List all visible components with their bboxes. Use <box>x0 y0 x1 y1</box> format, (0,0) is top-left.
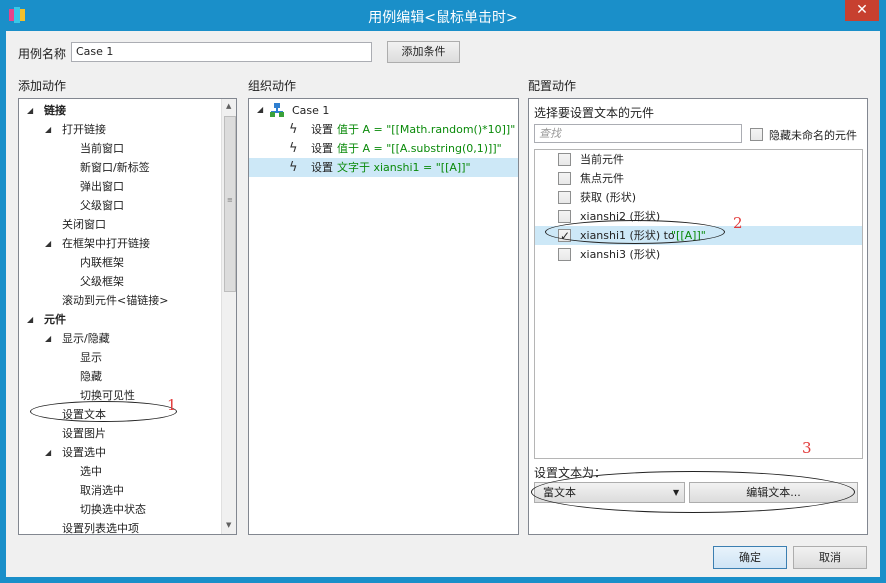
annotation-ellipse-2 <box>545 220 725 244</box>
annotation-number-1: 1 <box>167 396 177 414</box>
add-action-item[interactable]: 链接 <box>44 101 66 120</box>
scroll-grip-icon: ≡ <box>227 196 233 204</box>
add-action-item[interactable]: 当前窗口 <box>80 139 124 158</box>
tree-expander-icon[interactable]: ◢ <box>45 448 51 457</box>
add-action-item[interactable]: 打开链接 <box>62 120 106 139</box>
cancel-button[interactable]: 取消 <box>793 546 867 569</box>
add-action-item[interactable]: 设置选中 <box>62 443 106 462</box>
widget-row[interactable]: 当前元件 <box>535 150 862 169</box>
case-name-input[interactable]: Case 1 <box>71 42 372 62</box>
annotation-number-2: 2 <box>733 214 743 232</box>
dialog-body: 用例名称 Case 1 添加条件 添加动作 组织动作 配置动作 ◢ 链接 ◢ 打开链接… <box>6 31 880 577</box>
add-action-item[interactable]: 弹出窗口 <box>80 177 124 196</box>
widget-row[interactable]: xianshi3 (形状) <box>535 245 862 264</box>
dialog-window: 用例编辑<鼠标单击时> ✕ 用例名称 Case 1 添加条件 添加动作 组织动作… <box>0 0 886 583</box>
action-detail: 值于 A = "[[Math.random()*10]]" <box>337 123 516 136</box>
add-actions-header: 添加动作 <box>18 79 67 93</box>
scroll-down-icon[interactable]: ▼ <box>226 521 231 529</box>
add-action-item[interactable]: 选中 <box>80 462 102 481</box>
widget-checkbox[interactable] <box>558 172 571 185</box>
add-action-item[interactable]: 内联框架 <box>80 253 124 272</box>
organized-action-row[interactable]: ϟ 设置 值于 A = "[[A.substring(0,1)]]" <box>249 139 518 158</box>
organized-action-row[interactable]: ϟ 设置 文字于 xianshi1 = "[[A]]" <box>249 158 518 177</box>
case-node-label[interactable]: Case 1 <box>292 101 329 120</box>
tree-expander-icon[interactable]: ◢ <box>45 334 51 343</box>
add-action-item[interactable]: 设置图片 <box>62 424 106 443</box>
ok-button[interactable]: 确定 <box>713 546 787 569</box>
add-actions-tree[interactable]: ◢ 链接 ◢ 打开链接 当前窗口 新窗口/新标签 弹出窗口 父级窗口 关闭窗口 ◢ 在框架中打开链接… <box>18 98 237 535</box>
case-collapse-icon[interactable]: ◢ <box>257 105 263 114</box>
configure-actions-panel: 选择要设置文本的元件 查找 隐藏未命名的元件 当前元件焦点元件获取 (形状) xi… <box>528 98 868 535</box>
title-bar: 用例编辑<鼠标单击时> ✕ <box>0 0 886 31</box>
widget-search-input[interactable]: 查找 <box>534 124 742 143</box>
action-prefix: 设置 <box>311 142 333 155</box>
add-actions-scrollbar[interactable]: ▲ ≡ ▼ <box>221 99 236 534</box>
lightning-icon: ϟ <box>289 160 298 175</box>
hide-unnamed-label: 隐藏未命名的元件 <box>769 129 857 142</box>
add-action-item[interactable]: 显示/隐藏 <box>62 329 110 348</box>
add-action-item[interactable]: 滚动到元件<锚链接> <box>62 291 168 310</box>
tree-expander-icon[interactable]: ◢ <box>45 239 51 248</box>
scroll-up-icon[interactable]: ▲ <box>226 102 231 110</box>
annotation-ellipse-1 <box>30 401 177 422</box>
add-action-item[interactable]: 父级框架 <box>80 272 124 291</box>
action-detail: 值于 A = "[[A.substring(0,1)]]" <box>337 142 502 155</box>
widget-label: 焦点元件 <box>580 172 624 185</box>
widget-label: 当前元件 <box>580 153 624 166</box>
organize-actions-header: 组织动作 <box>248 79 297 93</box>
lightning-icon: ϟ <box>289 141 298 156</box>
add-action-item[interactable]: 父级窗口 <box>80 196 124 215</box>
lightning-icon: ϟ <box>289 122 298 137</box>
widget-checkbox[interactable] <box>558 210 571 223</box>
action-prefix: 设置 <box>311 123 333 136</box>
add-action-item[interactable]: 切换选中状态 <box>80 500 146 519</box>
action-prefix: 设置 <box>311 161 333 174</box>
add-action-item[interactable]: 取消选中 <box>80 481 124 500</box>
widget-checkbox[interactable] <box>558 191 571 204</box>
configure-actions-header: 配置动作 <box>528 79 577 93</box>
case-name-label: 用例名称 <box>18 47 67 61</box>
widget-label: xianshi3 (形状) <box>580 248 661 261</box>
action-detail: 文字于 xianshi1 = "[[A]]" <box>337 161 471 174</box>
tree-expander-icon[interactable]: ◢ <box>45 125 51 134</box>
annotation-ellipse-3 <box>531 471 855 513</box>
close-button[interactable]: ✕ <box>845 0 879 21</box>
organize-actions-tree[interactable]: ◢ Case 1 ϟ 设置 值于 A = "[[Math.random()*10]]… <box>248 98 519 535</box>
hide-unnamed-checkbox[interactable] <box>750 128 763 141</box>
widget-checkbox[interactable] <box>558 248 571 261</box>
add-action-item[interactable]: 设置列表选中项 <box>62 519 139 534</box>
widget-select-label: 选择要设置文本的元件 <box>534 106 655 120</box>
search-placeholder: 查找 <box>539 127 561 140</box>
add-action-item[interactable]: 关闭窗口 <box>62 215 106 234</box>
add-condition-button[interactable]: 添加条件 <box>387 41 460 63</box>
widget-row[interactable]: 焦点元件 <box>535 169 862 188</box>
add-action-item[interactable]: 元件 <box>44 310 66 329</box>
add-action-item[interactable]: 显示 <box>80 348 102 367</box>
tree-expander-icon[interactable]: ◢ <box>27 106 33 115</box>
add-action-item[interactable]: 在框架中打开链接 <box>62 234 150 253</box>
widget-list[interactable]: 当前元件 焦点元件 获取 (形状) xianshi2 (形状) ✓ xianshi1 (形… <box>534 149 863 459</box>
add-action-item[interactable]: 新窗口/新标签 <box>80 158 150 177</box>
widget-row[interactable]: 获取 (形状) <box>535 188 862 207</box>
annotation-number-3: 3 <box>802 439 812 457</box>
widget-checkbox[interactable] <box>558 153 571 166</box>
case-node-icon <box>270 103 284 117</box>
scroll-thumb[interactable] <box>224 116 236 292</box>
organized-action-row[interactable]: ϟ 设置 值于 A = "[[Math.random()*10]]" <box>249 120 518 139</box>
tree-expander-icon[interactable]: ◢ <box>27 315 33 324</box>
add-action-item[interactable]: 隐藏 <box>80 367 102 386</box>
widget-label: 获取 (形状) <box>580 191 637 204</box>
window-title: 用例编辑<鼠标单击时> <box>368 10 518 26</box>
